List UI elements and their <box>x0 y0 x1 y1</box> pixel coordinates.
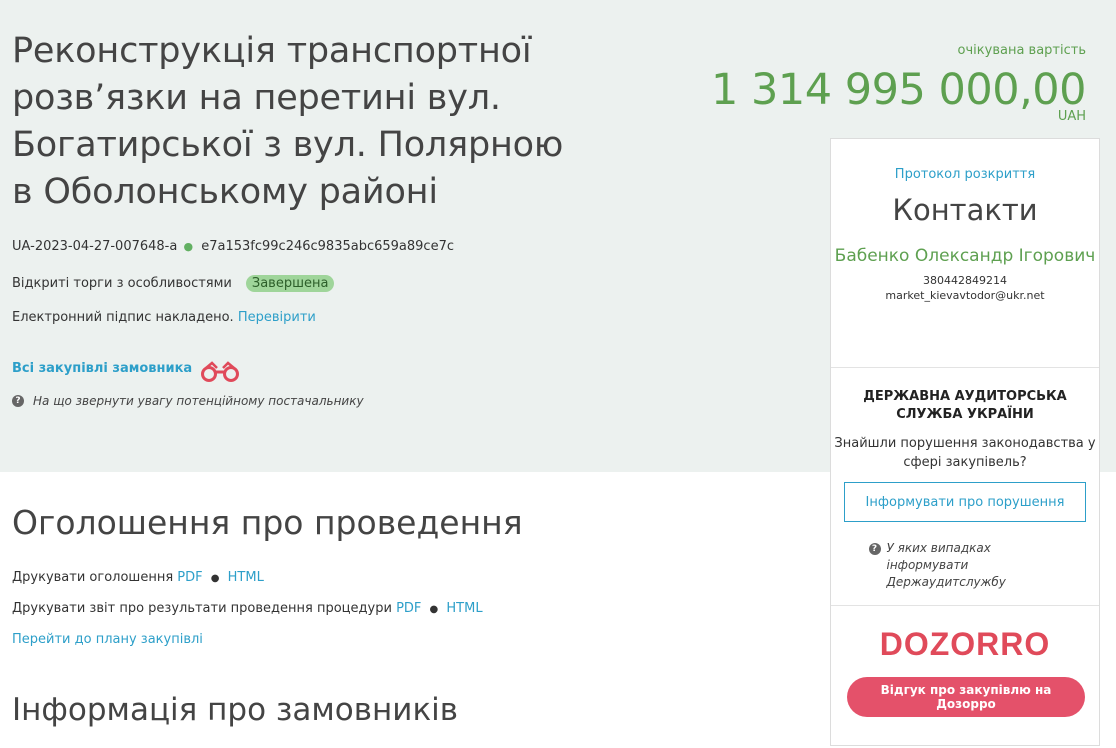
contact-phone: 380442849214 <box>923 274 1007 287</box>
print-notice-html-link[interactable]: HTML <box>228 570 264 585</box>
cost-currency: UAH <box>1057 109 1086 124</box>
audit-question: Знайшли порушення законодавства у сфері … <box>834 436 1096 470</box>
audit-hint-text: У яких випадках інформувати Держаудитслу… <box>886 541 1006 589</box>
dozorro-section: DOZORRO Відгук про закупівлю на Дозорро <box>831 606 1099 717</box>
customers-info-title: Інформація про замовників <box>12 692 459 728</box>
print-notice-row: Друкувати оголошення PDF ● HTML <box>12 570 264 585</box>
audit-service-title: ДЕРЖАВНА АУДИТОРСЬКА СЛУЖБА УКРАЇНИ <box>863 389 1067 422</box>
expected-cost-label: очікувана вартість <box>957 43 1086 58</box>
separator-dot: ● <box>210 573 220 584</box>
status-badge: Завершена <box>245 275 335 292</box>
contacts-title: Контакти <box>892 193 1038 227</box>
audit-service-section: ДЕРЖАВНА АУДИТОРСЬКА СЛУЖБА УКРАЇНИ Знай… <box>831 368 1099 606</box>
print-notice-pdf-link[interactable]: PDF <box>177 570 202 585</box>
procurement-plan-link[interactable]: Перейти до плану закупівлі <box>12 632 203 647</box>
audit-hint[interactable]: ? У яких випадках інформувати Держаудитс… <box>831 540 1099 591</box>
contact-name: Бабенко Олександр Ігорович <box>834 246 1096 266</box>
print-report-html-link[interactable]: HTML <box>446 601 482 616</box>
print-notice-label: Друкувати оголошення <box>12 570 174 585</box>
tender-identifiers: UA-2023-04-27-007648-a ● e7a153fc99c246c… <box>12 239 454 254</box>
procedure-row: Відкриті торги з особливостями Завершена <box>12 275 335 292</box>
contacts-section: Протокол розкриття Контакти Бабенко Олек… <box>831 139 1099 368</box>
signature-row: Електронний підпис накладено. Перевірити <box>12 310 316 325</box>
expected-cost-value: 1 314 995 000,00 <box>711 65 1086 115</box>
signature-text: Електронний підпис накладено. <box>12 310 234 325</box>
question-circle-icon: ? <box>868 543 881 555</box>
separator-dot: ● <box>183 240 194 253</box>
announcement-title: Оголошення про проведення <box>12 503 523 542</box>
dozorro-logo: DOZORRO <box>879 626 1051 662</box>
supplier-hint[interactable]: ? На що звернути увагу потенційному пост… <box>12 394 364 408</box>
binoculars-icon[interactable] <box>199 360 241 388</box>
print-report-row: Друкувати звіт про результати проведення… <box>12 601 483 616</box>
tender-title: Реконструкція транспортної розв’язки на … <box>12 31 564 212</box>
print-report-pdf-link[interactable]: PDF <box>396 601 421 616</box>
all-customer-purchases-link[interactable]: Всі закупівлі замовника <box>12 361 192 376</box>
protocol-link[interactable]: Протокол розкриття <box>831 139 1099 182</box>
tender-id: UA-2023-04-27-007648-a <box>12 239 178 254</box>
question-circle-icon: ? <box>12 395 24 407</box>
print-report-label: Друкувати звіт про результати проведення… <box>12 601 392 616</box>
dozorro-feedback-button[interactable]: Відгук про закупівлю на Дозорро <box>847 677 1085 717</box>
verify-signature-link[interactable]: Перевірити <box>238 310 316 325</box>
tender-hash: e7a153fc99c246c9835abc659a89ce7c <box>201 239 454 254</box>
separator-dot: ● <box>429 604 439 615</box>
procedure-type: Відкриті торги з особливостями <box>12 276 232 291</box>
supplier-hint-text: На що звернути увагу потенційному постач… <box>33 394 364 408</box>
report-violation-button[interactable]: Інформувати про порушення <box>844 482 1086 522</box>
sidebar: Протокол розкриття Контакти Бабенко Олек… <box>830 138 1100 746</box>
contact-email: market_kievavtodor@ukr.net <box>885 289 1045 302</box>
